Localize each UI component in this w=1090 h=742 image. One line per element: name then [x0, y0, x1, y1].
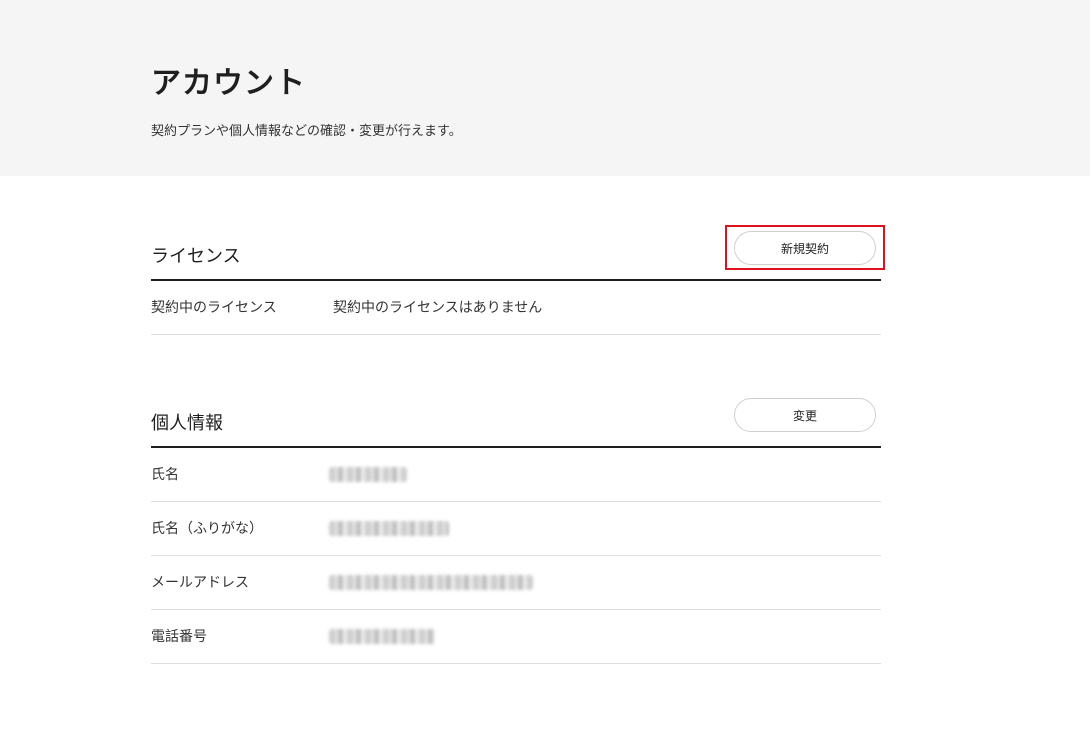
name-kana-value-redacted [329, 521, 449, 536]
license-section: ライセンス 新規契約 契約中のライセンス 契約中のライセンスはありません [151, 225, 885, 335]
personal-info-section-title: 個人情報 [151, 413, 223, 434]
email-label: メールアドレス [151, 575, 249, 591]
phone-label: 電話番号 [151, 629, 207, 645]
change-button[interactable]: 変更 [734, 398, 876, 432]
page-header: アカウント 契約プランや個人情報などの確認・変更が行えます。 [0, 0, 1090, 176]
personal-info-section-header: 個人情報 変更 [151, 398, 881, 448]
name-row: 氏名 [151, 448, 881, 502]
active-license-label: 契約中のライセンス [151, 300, 277, 316]
personal-info-section: 個人情報 変更 氏名 氏名（ふりがな） メールアドレス 電話番号 [151, 398, 881, 664]
phone-value-redacted [329, 629, 435, 644]
phone-row: 電話番号 [151, 610, 881, 664]
page-description: 契約プランや個人情報などの確認・変更が行えます。 [151, 124, 462, 139]
name-label: 氏名 [151, 467, 179, 483]
license-section-header: ライセンス 新規契約 [151, 225, 885, 281]
license-section-title: ライセンス [151, 246, 241, 267]
active-license-value: 契約中のライセンスはありません [333, 300, 543, 316]
email-value-redacted [329, 575, 533, 590]
name-kana-label: 氏名（ふりがな） [151, 521, 263, 537]
name-value-redacted [329, 467, 407, 482]
name-kana-row: 氏名（ふりがな） [151, 502, 881, 556]
account-page: アカウント 契約プランや個人情報などの確認・変更が行えます。 ライセンス 新規契… [0, 0, 1090, 742]
license-row: 契約中のライセンス 契約中のライセンスはありません [151, 281, 881, 335]
page-title: アカウント [151, 66, 306, 101]
email-row: メールアドレス [151, 556, 881, 610]
highlight-box [725, 225, 885, 270]
